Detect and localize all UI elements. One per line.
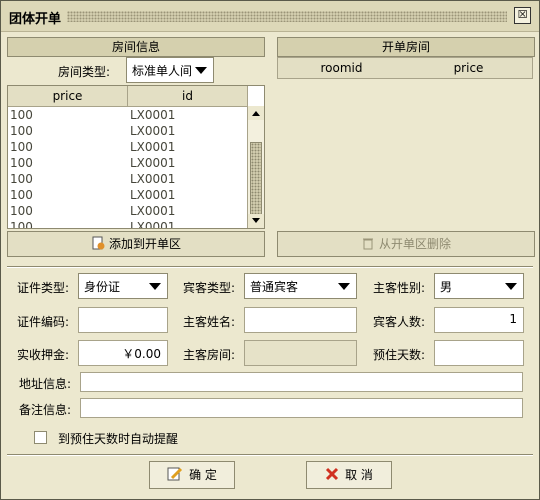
group-order-dialog: 团体开单 ☒ 房间信息 房间类型: 标准单人间 price id 100 LX00… — [0, 0, 540, 500]
id-type-label: 证件类型: — [17, 281, 70, 295]
deposit-label: 实收押金: — [17, 348, 70, 362]
title-bar[interactable]: 团体开单 ☒ — [1, 1, 539, 32]
table-cell-id[interactable]: LX0001 — [130, 155, 175, 171]
gender-value: 男 — [440, 280, 453, 294]
title-grip — [67, 11, 507, 22]
guest-count-field[interactable]: 1 — [434, 307, 524, 333]
add-document-icon — [92, 236, 105, 250]
window-title: 团体开单 — [9, 12, 62, 27]
auto-remind-label[interactable]: 到预住天数时自动提醒 — [58, 430, 178, 447]
chevron-down-icon — [505, 283, 517, 290]
address-label: 地址信息: — [19, 377, 72, 391]
arrow-down-icon — [252, 218, 260, 223]
gender-select[interactable]: 男 — [434, 273, 524, 299]
room-type-label: 房间类型: — [58, 65, 111, 79]
chevron-down-icon — [338, 283, 350, 290]
add-to-order-label: 添加到开单区 — [108, 237, 181, 251]
guest-name-label: 主客姓名: — [183, 315, 236, 329]
guest-type-select[interactable]: 普通宾客 — [244, 273, 357, 299]
gender-label: 主客性别: — [373, 281, 426, 295]
table-cell-price[interactable]: 100 — [10, 139, 33, 155]
id-type-select[interactable]: 身份证 — [78, 273, 168, 299]
chevron-down-icon — [195, 67, 207, 74]
ok-label: 确 定 — [189, 468, 217, 482]
table-cell-id[interactable]: LX0001 — [130, 139, 175, 155]
remark-field[interactable] — [80, 398, 523, 418]
remove-from-order-label: 从开单区删除 — [378, 237, 451, 251]
table-cell-id[interactable]: LX0001 — [130, 107, 175, 123]
guest-type-value: 普通宾客 — [250, 280, 299, 294]
id-number-field[interactable] — [78, 307, 168, 333]
id-type-value: 身份证 — [84, 280, 121, 294]
open-rooms-table[interactable]: roomid price — [277, 57, 533, 227]
divider — [7, 266, 533, 268]
column-header-price[interactable]: price — [8, 86, 128, 107]
remark-label: 备注信息: — [19, 403, 72, 417]
open-rooms-header: 开单房间 — [277, 37, 535, 57]
add-to-order-button[interactable]: 添加到开单区 — [7, 231, 265, 257]
table-cell-price[interactable]: 100 — [10, 203, 33, 219]
cancel-button[interactable]: 取 消 — [306, 461, 392, 489]
close-button[interactable]: ☒ — [514, 7, 531, 24]
stay-days-label: 预住天数: — [373, 348, 426, 362]
id-number-label: 证件编码: — [17, 315, 70, 329]
table-cell-price[interactable]: 100 — [10, 187, 33, 203]
main-room-label: 主客房间: — [183, 348, 236, 362]
table-cell-id[interactable]: LX0001 — [130, 219, 175, 228]
table-cell-price[interactable]: 100 — [10, 155, 33, 171]
table-cell-price[interactable]: 100 — [10, 107, 33, 123]
scroll-down-button[interactable] — [248, 214, 264, 228]
scroll-up-button[interactable] — [248, 106, 264, 120]
column-header-roomid[interactable]: roomid — [277, 57, 406, 79]
close-icon: ☒ — [517, 8, 528, 21]
deposit-field[interactable]: ￥0.00 — [78, 340, 168, 366]
table-cell-price[interactable]: 100 — [10, 171, 33, 187]
auto-remind-checkbox[interactable] — [34, 431, 47, 444]
scroll-thumb[interactable] — [250, 142, 262, 224]
room-table-scrollbar[interactable] — [247, 106, 264, 228]
divider — [7, 454, 533, 456]
table-cell-price[interactable]: 100 — [10, 219, 33, 228]
guest-count-label: 宾客人数: — [373, 315, 426, 329]
room-type-value: 标准单人间 — [132, 64, 193, 78]
table-cell-price[interactable]: 100 — [10, 123, 33, 139]
remove-from-order-button[interactable]: 从开单区删除 — [277, 231, 535, 257]
address-field[interactable] — [80, 372, 523, 392]
edit-icon — [167, 467, 183, 481]
table-cell-id[interactable]: LX0001 — [130, 203, 175, 219]
chevron-down-icon — [149, 283, 161, 290]
deposit-value: ￥0.00 — [122, 347, 161, 361]
stay-days-field[interactable] — [434, 340, 524, 366]
trash-icon — [362, 238, 373, 250]
column-header-id[interactable]: id — [128, 86, 248, 107]
main-room-field — [244, 340, 357, 366]
ok-button[interactable]: 确 定 — [149, 461, 235, 489]
guest-name-field[interactable] — [244, 307, 357, 333]
guest-type-label: 宾客类型: — [183, 281, 236, 295]
arrow-up-icon — [252, 111, 260, 116]
column-header-price[interactable]: price — [405, 57, 533, 79]
table-cell-id[interactable]: LX0001 — [130, 171, 175, 187]
cancel-label: 取 消 — [345, 468, 373, 482]
room-info-header: 房间信息 — [7, 37, 265, 57]
guest-count-value: 1 — [509, 312, 517, 326]
room-table[interactable]: price id 100 LX0001 100 LX0001 100 LX0001 100 L… — [7, 85, 265, 229]
table-cell-id[interactable]: LX0001 — [130, 187, 175, 203]
close-icon — [326, 467, 339, 481]
table-cell-id[interactable]: LX0001 — [130, 123, 175, 139]
room-type-select[interactable]: 标准单人间 — [126, 57, 214, 83]
